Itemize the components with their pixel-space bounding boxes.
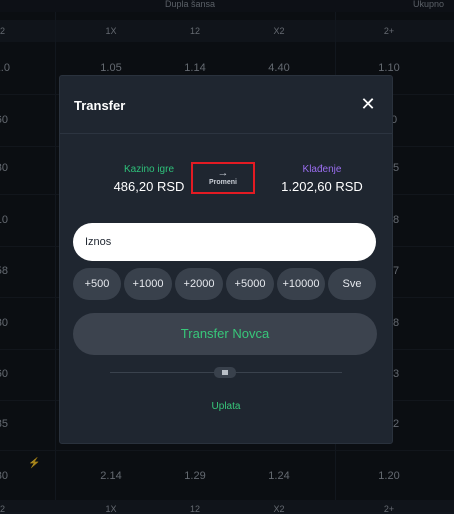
divider (60, 133, 392, 134)
quick-amount-buttons: +500 +1000 +2000 +5000 +10000 Sve (73, 268, 378, 300)
quick-amount-all-button[interactable]: Sve (328, 268, 376, 300)
target-account: Klađenje 1.202,60 RSD (264, 164, 380, 194)
amount-input[interactable] (73, 223, 376, 261)
modal-title: Transfer (74, 98, 126, 113)
swap-accounts-button[interactable]: → Promeni (191, 162, 255, 194)
quick-amount-5000-button[interactable]: +5000 (226, 268, 274, 300)
arrow-right-icon: → (217, 167, 229, 179)
drag-handle[interactable] (214, 367, 236, 378)
close-icon[interactable]: ✕ (360, 95, 376, 113)
quick-amount-10000-button[interactable]: +10000 (277, 268, 325, 300)
quick-amount-500-button[interactable]: +500 (73, 268, 121, 300)
target-account-balance: 1.202,60 RSD (281, 179, 363, 194)
target-account-label: Klađenje (302, 164, 342, 175)
quick-amount-2000-button[interactable]: +2000 (175, 268, 223, 300)
deposit-link[interactable]: Uplata (60, 401, 392, 412)
transfer-modal: Transfer ✕ Kazino igre 486,20 RSD → Prom… (59, 75, 393, 444)
transfer-money-button[interactable]: Transfer Novca (73, 313, 377, 355)
swap-label: Promeni (208, 179, 237, 186)
quick-amount-1000-button[interactable]: +1000 (124, 268, 172, 300)
